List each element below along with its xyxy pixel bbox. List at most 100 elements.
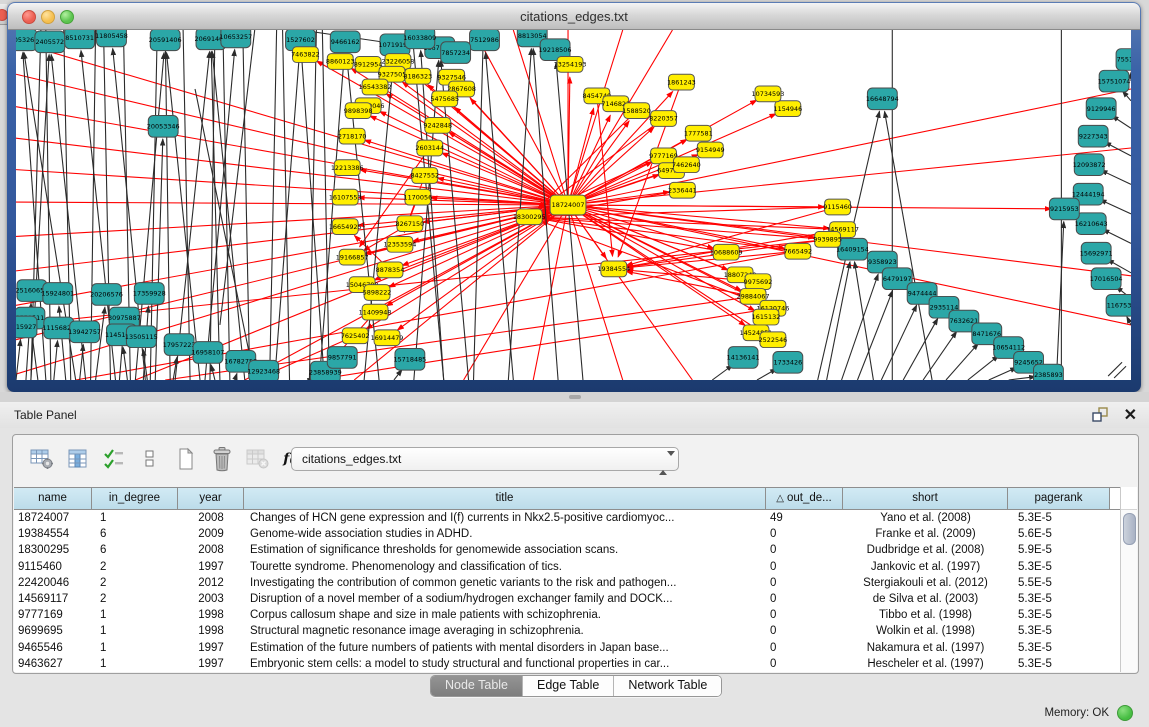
table-cell[interactable]: 5.9E-5 [1008, 542, 1110, 558]
table-cell[interactable]: 1 [92, 640, 178, 656]
table-cell[interactable]: 5.3E-5 [1008, 640, 1110, 656]
table-cell[interactable]: Embryonic stem cells: a model to study s… [244, 656, 766, 672]
table-row[interactable]: 1830029562008Estimation of significance … [14, 542, 1121, 558]
table-cell[interactable]: 6 [92, 542, 178, 558]
table-cell[interactable]: 1998 [178, 623, 244, 639]
table-cell[interactable]: 0 [766, 640, 843, 656]
table-cell[interactable]: 49 [766, 510, 843, 526]
table-cell[interactable]: 9777169 [14, 607, 92, 623]
table-cell[interactable]: Franke et al. (2009) [843, 526, 1008, 542]
tab-node-table[interactable]: Node Table [431, 676, 523, 696]
tab-network-table[interactable]: Network Table [614, 676, 721, 696]
table-cell[interactable]: 0 [766, 542, 843, 558]
column-header[interactable]: △out_de... [766, 488, 843, 509]
table-cell[interactable]: 19384554 [14, 526, 92, 542]
table-cell[interactable]: 1 [92, 607, 178, 623]
column-header[interactable]: in_degree [92, 488, 178, 509]
network-window-titlebar[interactable]: citations_edges.txt [8, 3, 1140, 30]
table-cell[interactable]: 2 [92, 591, 178, 607]
table-cell[interactable]: 18724007 [14, 510, 92, 526]
column-header[interactable]: name [14, 488, 92, 509]
table-cell[interactable]: Genome-wide association studies in ADHD. [244, 526, 766, 542]
table-cell[interactable]: 2012 [178, 575, 244, 591]
table-row[interactable]: 946554611997Estimation of the future num… [14, 640, 1121, 656]
table-cell[interactable]: 2 [92, 575, 178, 591]
table-cell[interactable]: 1997 [178, 640, 244, 656]
table-cell[interactable]: Jankovic et al. (1997) [843, 559, 1008, 575]
table-row[interactable]: 977716911998Corpus callosum shape and si… [14, 607, 1121, 623]
table-cell[interactable]: 5.3E-5 [1008, 656, 1110, 672]
table-cell[interactable]: 0 [766, 656, 843, 672]
table-cell[interactable]: 14569117 [14, 591, 92, 607]
pane-splitter[interactable] [0, 392, 1149, 402]
table-cell[interactable]: 5.3E-5 [1008, 559, 1110, 575]
table-settings-icon[interactable] [27, 444, 57, 474]
table-cell[interactable]: Stergiakouli et al. (2012) [843, 575, 1008, 591]
table-row[interactable]: 1872400712008Changes of HCN gene express… [14, 510, 1121, 526]
table-cell[interactable]: 0 [766, 591, 843, 607]
table-cell[interactable]: Wolkin et al. (1998) [843, 623, 1008, 639]
table-row[interactable]: 946362711997Embryonic stem cells: a mode… [14, 656, 1121, 672]
table-cell[interactable]: 0 [766, 575, 843, 591]
table-cell[interactable]: 9699695 [14, 623, 92, 639]
table-cell[interactable]: 5.3E-5 [1008, 607, 1110, 623]
table-cell[interactable]: 18300295 [14, 542, 92, 558]
table-cell[interactable]: 1997 [178, 656, 244, 672]
table-cell[interactable]: de Silva et al. (2003) [843, 591, 1008, 607]
table-cell[interactable]: 2009 [178, 526, 244, 542]
table-cell[interactable]: Estimation of significance thresholds fo… [244, 542, 766, 558]
table-cell[interactable]: 2008 [178, 510, 244, 526]
new-file-icon[interactable] [171, 444, 201, 474]
table-cell[interactable]: Changes of HCN gene expression and I(f) … [244, 510, 766, 526]
table-cell[interactable]: 0 [766, 559, 843, 575]
table-cell[interactable]: Investigating the contribution of common… [244, 575, 766, 591]
table-cell[interactable]: Estimation of the future numbers of pati… [244, 640, 766, 656]
column-header[interactable]: pagerank [1008, 488, 1110, 509]
column-header[interactable]: short [843, 488, 1008, 509]
table-cell[interactable]: 1 [92, 510, 178, 526]
table-cell[interactable]: Dudbridge et al. (2008) [843, 542, 1008, 558]
table-cell[interactable]: 0 [766, 607, 843, 623]
close-panel-icon[interactable]: ✕ [1124, 405, 1137, 425]
table-cell[interactable]: 2008 [178, 542, 244, 558]
column-header[interactable]: year [178, 488, 244, 509]
table-cell[interactable]: 5.3E-5 [1008, 591, 1110, 607]
trash-icon[interactable] [207, 444, 237, 474]
table-cell[interactable]: Tibbo et al. (1998) [843, 607, 1008, 623]
table-cell[interactable]: Structural magnetic resonance image aver… [244, 623, 766, 639]
table-cell[interactable]: 5.3E-5 [1008, 623, 1110, 639]
table-cell[interactable]: 1997 [178, 559, 244, 575]
table-cell[interactable]: 0 [766, 623, 843, 639]
table-cell[interactable]: 2 [92, 559, 178, 575]
table-cell[interactable]: Disruption of a novel member of a sodium… [244, 591, 766, 607]
table-cell[interactable]: 1 [92, 656, 178, 672]
table-cell[interactable]: 2003 [178, 591, 244, 607]
table-cell[interactable]: 9115460 [14, 559, 92, 575]
column-checklist-icon[interactable] [99, 444, 129, 474]
table-column-icon[interactable] [63, 444, 93, 474]
scrollbar-thumb[interactable] [1123, 513, 1136, 545]
splitter-grip-icon[interactable] [569, 395, 581, 399]
citation-network-graph[interactable]: 1605326724055728510731118054582059140620… [16, 30, 1131, 380]
table-cell[interactable]: 9463627 [14, 656, 92, 672]
table-row[interactable]: 1456911722003Disruption of a novel membe… [14, 591, 1121, 607]
table-cell[interactable]: 0 [766, 526, 843, 542]
table-row[interactable]: 911546021997Tourette syndrome. Phenomeno… [14, 559, 1121, 575]
table-cell[interactable]: 22420046 [14, 575, 92, 591]
table-row[interactable]: 2242004622012Investigating the contribut… [14, 575, 1121, 591]
table-cell[interactable]: Yano et al. (2008) [843, 510, 1008, 526]
tab-edge-table[interactable]: Edge Table [523, 676, 614, 696]
table-row[interactable]: 1938455462009Genome-wide association stu… [14, 526, 1121, 542]
table-cell[interactable]: 1998 [178, 607, 244, 623]
table-cell[interactable]: Hescheler et al. (1997) [843, 656, 1008, 672]
table-cell[interactable]: Corpus callosum shape and size in male p… [244, 607, 766, 623]
float-panel-icon[interactable] [1091, 407, 1109, 423]
table-row[interactable]: 969969511998Structural magnetic resonanc… [14, 623, 1121, 639]
table-cell[interactable]: Nakamura et al. (1997) [843, 640, 1008, 656]
table-select-dropdown[interactable]: citations_edges.txt [291, 447, 679, 471]
table-cell[interactable]: 9465546 [14, 640, 92, 656]
row-height-icon[interactable] [135, 444, 165, 474]
table-scrollbar[interactable] [1120, 487, 1137, 672]
table-cell[interactable]: 5.3E-5 [1008, 510, 1110, 526]
column-header[interactable]: title [244, 488, 766, 509]
